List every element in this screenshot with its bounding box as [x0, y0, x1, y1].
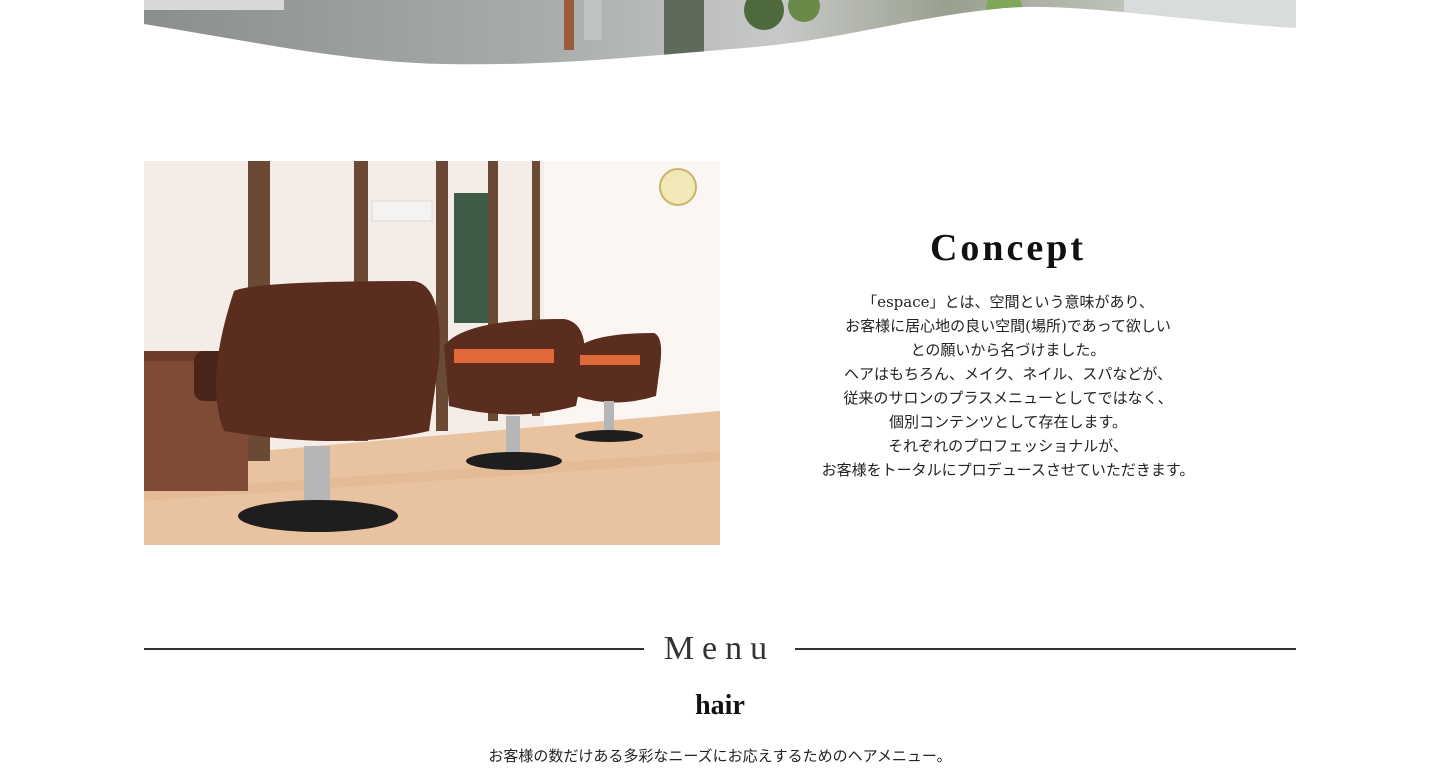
menu-title: Menu: [663, 630, 776, 667]
menu-heading: Menu: [144, 626, 1296, 672]
concept-line: との願いから名づけました。: [910, 341, 1106, 359]
menu-divider-left: [144, 648, 644, 650]
concept-line: お客様をトータルにプロデュースさせていただきます。: [821, 461, 1195, 479]
menu-divider-right: [795, 648, 1296, 650]
page: Concept 「espace」とは、空間という意味があり、 お客様に居心地の良…: [0, 0, 1440, 770]
hair-section-title: hair: [695, 690, 745, 721]
concept-line: ヘアはもちろん、メイク、ネイル、スパなどが、: [843, 365, 1173, 383]
concept-line: 従来のサロンのプラスメニューとしてではなく、: [843, 389, 1173, 407]
salon-interior-photo: [144, 161, 720, 545]
concept-line: お客様に居心地の良い空間(場所)であって欲しい: [845, 317, 1171, 335]
concept-body: 「espace」とは、空間という意味があり、 お客様に居心地の良い空間(場所)で…: [760, 290, 1256, 482]
concept-section: Concept 「espace」とは、空間という意味があり、 お客様に居心地の良…: [760, 226, 1256, 482]
concept-title: Concept: [929, 227, 1087, 269]
concept-line: それぞれのプロフェッショナルが、: [888, 437, 1128, 455]
concept-line: 「espace」とは、空間という意味があり、: [862, 293, 1154, 311]
hair-section-description: お客様の数だけある多彩なニーズにお応えするためのヘアメニュー。: [488, 747, 952, 765]
concept-line: 個別コンテンツとして存在します。: [888, 413, 1128, 431]
hero-image: [144, 0, 1296, 66]
